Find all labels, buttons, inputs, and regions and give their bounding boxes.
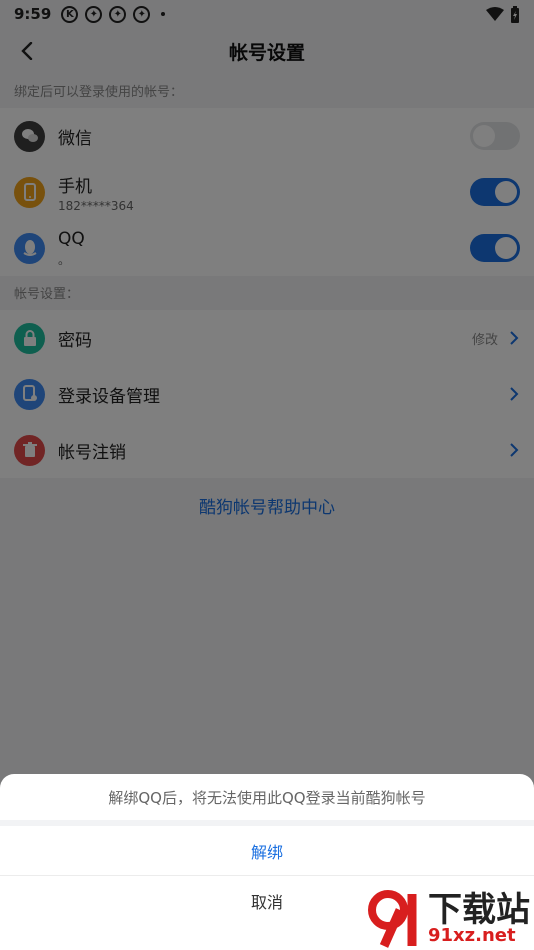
watermark-logo-icon bbox=[368, 890, 417, 948]
watermark-text: 下载站 91xz.net bbox=[428, 893, 530, 945]
watermark: 下载站 91xz.net bbox=[364, 888, 534, 950]
watermark-big: 下载站 bbox=[428, 890, 530, 930]
unbind-message: 解绑QQ后，将无法使用此QQ登录当前酷狗帐号 bbox=[0, 774, 534, 826]
watermark-small: 91xz.net bbox=[428, 925, 516, 946]
unbind-button[interactable]: 解绑 bbox=[0, 826, 534, 876]
